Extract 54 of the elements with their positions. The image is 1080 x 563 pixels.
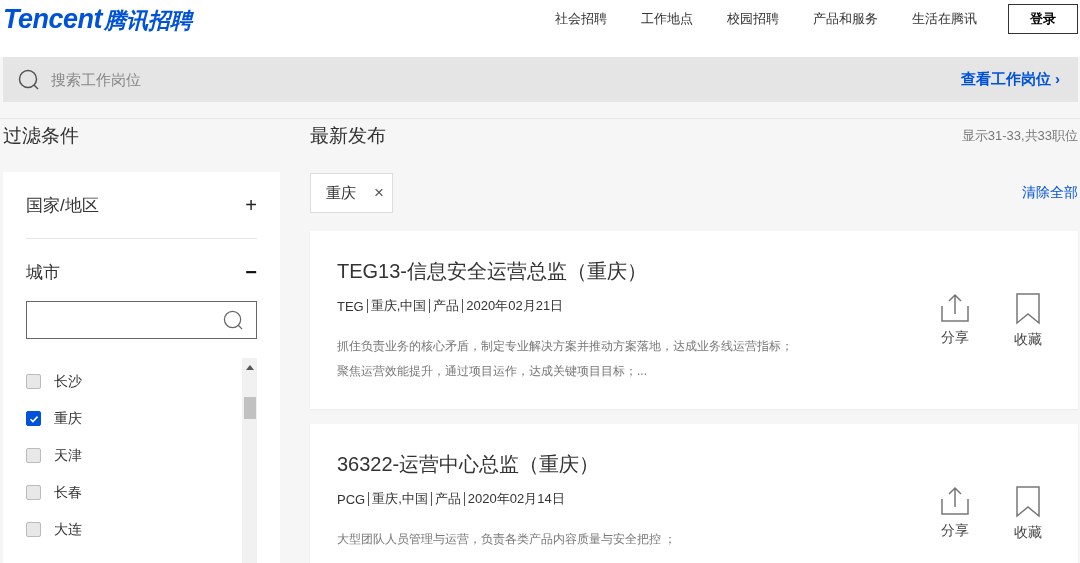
nav-link[interactable]: 生活在腾讯: [912, 10, 977, 28]
result-count: 显示31-33,共33职位: [961, 127, 1078, 145]
expand-toggle[interactable]: +: [245, 193, 257, 217]
search-icon: [18, 68, 40, 91]
remove-tag-button[interactable]: ×: [374, 183, 384, 203]
filter-section-label[interactable]: 城市: [26, 260, 60, 284]
city-label: 天津: [54, 446, 82, 465]
nav-link[interactable]: 工作地点: [641, 10, 693, 28]
save-button[interactable]: 收藏: [1014, 486, 1042, 548]
city-label: 重庆: [54, 409, 82, 428]
tencent-logo[interactable]: Tencent腾讯招聘: [3, 4, 192, 36]
checkbox[interactable]: [26, 485, 41, 500]
job-meta: TEG: [337, 298, 364, 314]
city-label: 长春: [54, 483, 82, 502]
job-meta: 2020年02月21日: [466, 297, 564, 315]
nav-link[interactable]: 社会招聘: [555, 10, 607, 28]
job-meta: 产品: [434, 490, 461, 508]
login-button[interactable]: 登录: [1008, 4, 1078, 34]
section-title: 最新发布: [310, 124, 386, 148]
job-title[interactable]: 36322-运营中心总监（重庆）: [337, 451, 940, 478]
checkbox[interactable]: [26, 411, 41, 426]
checkbox[interactable]: [26, 448, 41, 463]
job-card[interactable]: TEG13-信息安全运营总监（重庆） TEG 重庆,中国 产品 2020年02月21日 抓住负责业务的核心矛盾，制定专业解决方案并推动方案落地，达成业务线运营指标； 聚焦运营效能提升，通过项目运作，达成关键项目目标；... 分享 收藏: [310, 231, 1078, 409]
job-meta: 重庆,中国: [372, 490, 428, 508]
search-icon: [223, 309, 244, 331]
job-description: 聚焦运营效能提升，通过项目运作，达成关键项目目标；...: [337, 363, 648, 380]
checkbox[interactable]: [26, 522, 41, 537]
view-jobs-link[interactable]: 查看工作岗位 ›: [960, 70, 1060, 89]
job-card[interactable]: 36322-运营中心总监（重庆） PCG 重庆,中国 产品 2020年02月14日 大型团队人员管理与运营，负责各类产品内容质量与安全把控 ； 分享 收藏: [310, 424, 1078, 563]
job-description: 抓住负责业务的核心矛盾，制定专业解决方案并推动方案落地，达成业务线运营指标；: [337, 338, 794, 355]
nav-link[interactable]: 校园招聘: [727, 10, 779, 28]
job-meta: PCG: [337, 491, 366, 507]
search-field[interactable]: 搜索工作岗位 查看工作岗位 ›: [3, 57, 1078, 102]
nav-link[interactable]: 产品和服务: [813, 10, 878, 28]
share-button[interactable]: 分享: [940, 486, 970, 548]
job-title[interactable]: TEG13-信息安全运营总监（重庆）: [337, 258, 940, 285]
job-meta: 2020年02月14日: [467, 490, 565, 508]
job-description: 大型团队人员管理与运营，负责各类产品内容质量与安全把控 ；: [337, 531, 678, 548]
filter-section-label[interactable]: 国家/地区: [26, 193, 99, 217]
save-button[interactable]: 收藏: [1014, 293, 1042, 355]
share-button[interactable]: 分享: [940, 293, 970, 355]
collapse-toggle[interactable]: −: [245, 260, 257, 284]
city-label: 大连: [54, 520, 82, 539]
city-label: 长沙: [54, 372, 82, 391]
city-search-field[interactable]: [26, 301, 257, 339]
clear-all-link[interactable]: 清除全部: [1022, 184, 1078, 202]
scroll-up-icon[interactable]: [246, 365, 254, 370]
job-meta: 重庆,中国: [370, 297, 427, 315]
tag-label: 重庆: [326, 183, 356, 203]
filter-title: 过滤条件: [3, 124, 80, 148]
job-meta: 产品: [433, 297, 460, 315]
scroll-thumb[interactable]: [244, 397, 256, 419]
scrollbar[interactable]: [242, 358, 257, 563]
checkbox[interactable]: [26, 374, 41, 389]
